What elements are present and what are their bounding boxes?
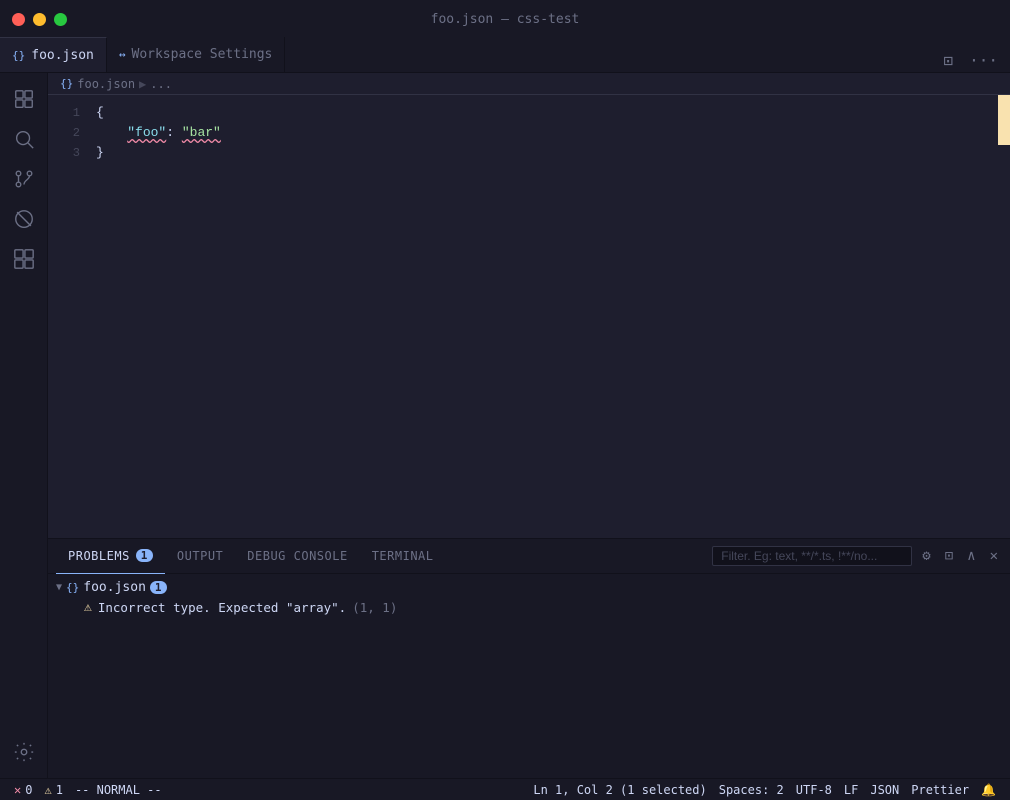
json-key-foo: "foo" (127, 125, 166, 140)
status-notifications[interactable]: 🔔 (975, 783, 1002, 797)
panel-tab-problems-label: PROBLEMS (68, 549, 130, 563)
line-content-3: } (96, 143, 1002, 162)
line-number-1: 1 (48, 104, 96, 123)
code-line-3: 3 } (48, 143, 1010, 163)
code-line-2: 2 "foo": "bar" (48, 123, 1010, 143)
minimize-button[interactable] (33, 13, 46, 26)
close-panel-button[interactable]: ✕ (986, 546, 1002, 566)
tab-label-foo-json: foo.json (31, 48, 94, 63)
activity-item-extensions[interactable] (6, 241, 42, 277)
panel-content: ▼ {} foo.json 1 ⚠ Incorrect type. Expect… (48, 574, 1010, 778)
tab-icon-workspace-settings: ↔ (119, 48, 126, 61)
status-language[interactable]: JSON (864, 783, 905, 797)
panel-tab-terminal[interactable]: TERMINAL (360, 539, 446, 574)
tab-bar-actions: ⊡ ··· (931, 49, 1010, 72)
line-ending: LF (844, 783, 858, 797)
problem-group-foo-json[interactable]: ▼ {} foo.json 1 (48, 578, 1010, 597)
panel-tab-terminal-label: TERMINAL (372, 549, 434, 563)
traffic-lights (12, 13, 67, 26)
editor-area: {} foo.json ▶ ... 1 { 2 "foo": "bar" 3 (48, 73, 1010, 778)
window-title: foo.json — css-test (431, 12, 580, 27)
panel-tab-problems[interactable]: PROBLEMS 1 (56, 539, 165, 574)
activity-item-git[interactable] (6, 161, 42, 197)
activity-item-settings[interactable] (6, 734, 42, 770)
panel-tab-output[interactable]: OUTPUT (165, 539, 235, 574)
editor-mode: -- NORMAL -- (75, 783, 162, 797)
title-bar: foo.json — css-test (0, 0, 1010, 38)
tab-icon-foo-json: {} (12, 49, 25, 62)
file-encoding: UTF-8 (796, 783, 832, 797)
status-mode: -- NORMAL -- (69, 779, 168, 800)
maximize-button[interactable] (54, 13, 67, 26)
line-number-3: 3 (48, 144, 96, 163)
panel: PROBLEMS 1 OUTPUT DEBUG CONSOLE TERMINAL… (48, 538, 1010, 778)
tab-workspace-settings[interactable]: ↔ Workspace Settings (107, 37, 286, 72)
status-encoding[interactable]: UTF-8 (790, 783, 838, 797)
line-content-1: { (96, 103, 1002, 122)
problem-group-name: foo.json (83, 580, 146, 595)
status-warnings[interactable]: ⚠ 1 (38, 779, 68, 800)
problem-file-icon: {} (66, 581, 79, 594)
status-bar: ✕ 0 ⚠ 1 -- NORMAL -- Ln 1, Col 2 (1 sele… (0, 778, 1010, 800)
filter-settings-icon[interactable]: ⚙ (918, 546, 934, 566)
breadcrumb-filename[interactable]: foo.json (77, 77, 135, 91)
line-number-2: 2 (48, 124, 96, 143)
breadcrumb-path[interactable]: ... (150, 77, 172, 91)
status-formatter[interactable]: Prettier (905, 783, 975, 797)
tab-label-workspace-settings: Workspace Settings (132, 47, 273, 62)
collapse-arrow-icon: ▼ (56, 582, 62, 593)
scroll-highlight (998, 95, 1010, 145)
cursor-position: Ln 1, Col 2 (1 selected) (533, 783, 706, 797)
status-right: Ln 1, Col 2 (1 selected) Spaces: 2 UTF-8… (527, 783, 1002, 797)
activity-bar (0, 73, 48, 778)
breadcrumb-file-icon: {} (60, 77, 73, 90)
warning-status-icon: ⚠ (44, 783, 51, 797)
main-layout: {} foo.json ▶ ... 1 { 2 "foo": "bar" 3 (0, 73, 1010, 778)
filter-input[interactable] (712, 546, 912, 566)
code-line-1: 1 { (48, 103, 1010, 123)
code-editor[interactable]: 1 { 2 "foo": "bar" 3 } (48, 95, 1010, 538)
panel-tab-debug-label: DEBUG CONSOLE (247, 549, 347, 563)
panel-tab-output-label: OUTPUT (177, 549, 223, 563)
warning-icon: ⚠ (84, 600, 92, 615)
language-mode: JSON (870, 783, 899, 797)
indentation: Spaces: 2 (719, 783, 784, 797)
problem-item-1[interactable]: ⚠ Incorrect type. Expected "array". (1, … (48, 597, 1010, 618)
chevron-up-icon[interactable]: ∧ (963, 546, 979, 566)
problem-location: (1, 1) (352, 600, 397, 615)
tab-bar: {} foo.json ↔ Workspace Settings ⊡ ··· (0, 38, 1010, 73)
breadcrumb: {} foo.json ▶ ... (48, 73, 1010, 95)
more-actions-button[interactable]: ··· (965, 49, 1002, 72)
error-count: 0 (25, 783, 32, 797)
json-value-bar: "bar" (182, 125, 221, 140)
panel-actions: ⚙ ⊡ ∧ ✕ (712, 546, 1002, 566)
breadcrumb-separator: ▶ (139, 77, 146, 91)
formatter-name: Prettier (911, 783, 969, 797)
status-spaces[interactable]: Spaces: 2 (713, 783, 790, 797)
activity-item-explorer[interactable] (6, 81, 42, 117)
status-position[interactable]: Ln 1, Col 2 (1 selected) (527, 783, 712, 797)
line-content-2: "foo": "bar" (96, 123, 1002, 142)
problem-message: Incorrect type. Expected "array". (98, 600, 346, 615)
warning-count: 1 (56, 783, 63, 797)
problems-badge: 1 (136, 549, 153, 562)
close-button[interactable] (12, 13, 25, 26)
activity-item-debug[interactable] (6, 201, 42, 237)
status-line-ending[interactable]: LF (838, 783, 864, 797)
notification-bell-icon: 🔔 (981, 783, 996, 797)
problem-group-badge: 1 (150, 581, 167, 594)
status-errors[interactable]: ✕ 0 (8, 779, 38, 800)
collapse-panel-icon[interactable]: ⊡ (941, 546, 957, 566)
panel-tab-debug-console[interactable]: DEBUG CONSOLE (235, 539, 359, 574)
split-editor-button[interactable]: ⊡ (939, 49, 957, 72)
activity-item-search[interactable] (6, 121, 42, 157)
error-icon: ✕ (14, 783, 21, 797)
panel-tabs: PROBLEMS 1 OUTPUT DEBUG CONSOLE TERMINAL… (48, 539, 1010, 574)
tab-foo-json[interactable]: {} foo.json (0, 37, 107, 72)
